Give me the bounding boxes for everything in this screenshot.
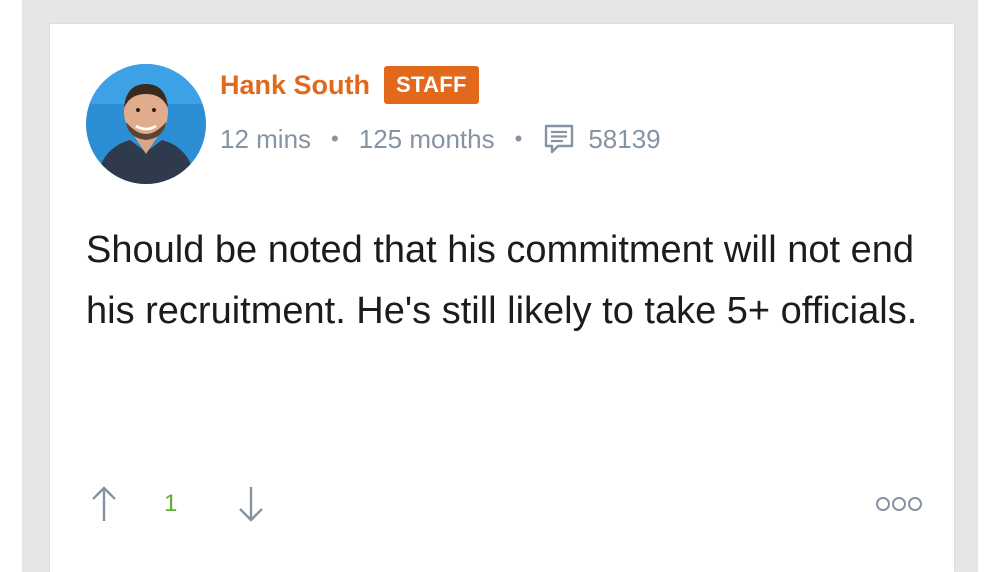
arrow-down-icon: [239, 487, 264, 522]
vote-score: 1: [164, 490, 178, 517]
author-row: Hank South STAFF: [220, 62, 479, 108]
meta-separator: •: [331, 126, 339, 151]
arrow-up-icon: [92, 486, 116, 521]
comment-icon: [542, 122, 576, 156]
right-edge: [978, 0, 1000, 572]
post-actions: 1: [86, 479, 922, 529]
more-dot: [908, 497, 922, 511]
meta-separator: •: [514, 126, 523, 151]
staff-badge: STAFF: [384, 66, 479, 104]
more-dot: [876, 497, 890, 511]
post-timestamp: 12 mins: [220, 123, 312, 154]
upvote-button[interactable]: [86, 484, 122, 524]
avatar-image: [86, 64, 206, 184]
post-body: Should be noted that his commitment will…: [86, 229, 918, 332]
post-card: Hank South STAFF 12 mins • 125 months • …: [50, 24, 954, 572]
author-name[interactable]: Hank South: [220, 70, 370, 101]
author-avatar[interactable]: [86, 64, 206, 184]
left-edge: [0, 0, 22, 572]
post-meta: 12 mins • 125 months • 58139: [220, 122, 661, 156]
downvote-button[interactable]: [233, 484, 269, 524]
post-count: 58139: [588, 123, 661, 154]
membership-duration: 125 months: [358, 123, 495, 154]
page: Hank South STAFF 12 mins • 125 months • …: [0, 0, 1000, 572]
more-options-icon[interactable]: [876, 497, 922, 511]
more-dot: [892, 497, 906, 511]
